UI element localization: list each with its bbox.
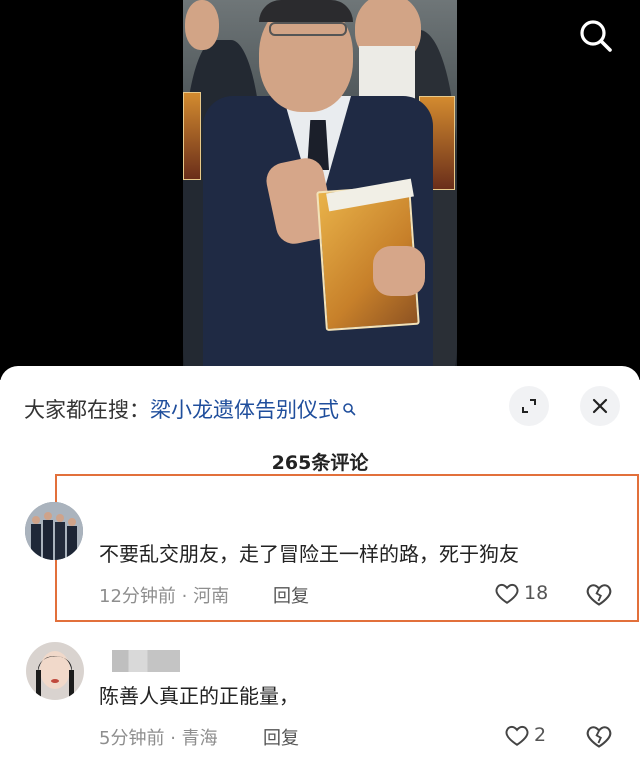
- username-redacted: [112, 650, 180, 672]
- comment-item: 陈善人真正的正能量， 5分钟前 · 青海 回复 2: [0, 636, 640, 766]
- expand-button[interactable]: [509, 386, 549, 426]
- broken-heart-icon: [586, 726, 612, 748]
- close-button[interactable]: [580, 386, 620, 426]
- search-icon: [343, 403, 356, 416]
- like-count: 18: [524, 582, 549, 604]
- comment-location: 青海: [181, 728, 218, 749]
- meta-separator: ·: [181, 586, 194, 607]
- comment-time: 5分钟前: [99, 728, 165, 749]
- like-count: 2: [534, 724, 547, 746]
- heart-icon: [505, 725, 529, 746]
- comment-count: 265条评论: [271, 452, 369, 474]
- avatar[interactable]: [26, 642, 84, 700]
- trending-prefix: 大家都在搜：: [24, 398, 150, 422]
- comment-meta: 5分钟前 · 青海: [99, 724, 218, 750]
- trending-search-row[interactable]: 大家都在搜： 梁小龙遗体告别仪式: [24, 394, 356, 424]
- comment-sheet: 大家都在搜： 梁小龙遗体告别仪式 265条评论 不要乱交朋友，走了冒险王一样的路…: [0, 366, 640, 778]
- close-icon: [592, 398, 608, 414]
- search-button[interactable]: [576, 16, 616, 56]
- broken-heart-icon: [586, 584, 612, 606]
- expand-icon: [522, 399, 536, 413]
- comment-meta: 12分钟前 · 河南: [99, 582, 229, 608]
- comment-text: 陈善人真正的正能量，: [99, 684, 299, 708]
- avatar[interactable]: [25, 502, 83, 560]
- search-icon: [580, 20, 612, 52]
- video-frame: [183, 0, 457, 380]
- dislike-button[interactable]: [585, 580, 613, 608]
- dislike-button[interactable]: [585, 722, 613, 750]
- trending-topic-link[interactable]: 梁小龙遗体告别仪式: [150, 394, 339, 424]
- comment-time: 12分钟前: [99, 586, 176, 607]
- heart-icon: [495, 583, 519, 604]
- like-button[interactable]: 18: [494, 580, 548, 606]
- like-button[interactable]: 2: [504, 722, 546, 748]
- reply-button[interactable]: 回复: [273, 582, 309, 608]
- meta-separator: ·: [170, 728, 182, 749]
- comment-location: 河南: [193, 586, 230, 607]
- video-player[interactable]: [0, 0, 640, 380]
- comment-text: 不要乱交朋友，走了冒险王一样的路，死于狗友: [99, 542, 519, 566]
- reply-button[interactable]: 回复: [263, 724, 299, 750]
- comment-item: 不要乱交朋友，走了冒险王一样的路，死于狗友 12分钟前 · 河南 回复 18: [0, 496, 640, 616]
